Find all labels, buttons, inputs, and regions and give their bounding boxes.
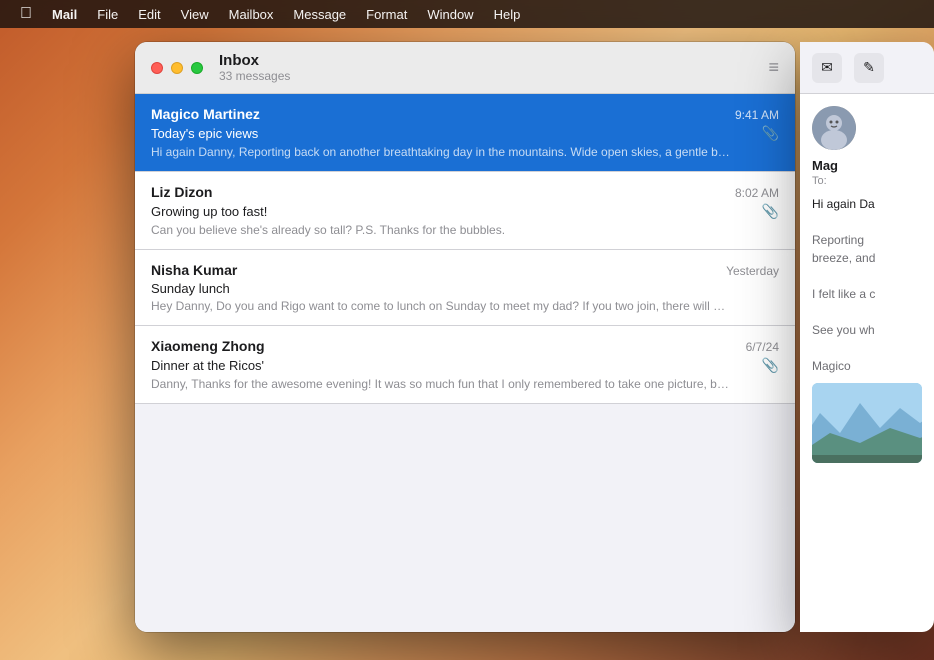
- menubar-view[interactable]: View: [173, 5, 217, 24]
- reading-line-felt: I felt like a c: [812, 285, 922, 303]
- new-message-button[interactable]: ✉: [812, 53, 842, 83]
- reading-body: Hi again Da Reporting breeze, and I felt…: [812, 195, 922, 375]
- inbox-title: Inbox: [219, 52, 768, 69]
- mail-sender-3: Nisha Kumar: [151, 262, 237, 278]
- menubar-window[interactable]: Window: [419, 5, 481, 24]
- mail-subject-4: Dinner at the Ricos' 📎: [151, 357, 779, 374]
- menubar-message[interactable]: Message: [285, 5, 354, 24]
- mail-item-3[interactable]: Nisha Kumar Yesterday Sunday lunch Hey D…: [135, 250, 795, 326]
- mail-window: Inbox 33 messages ≡ Magico Martinez 9:41…: [135, 42, 795, 632]
- message-list[interactable]: Magico Martinez 9:41 AM Today's epic vie…: [135, 94, 795, 632]
- mail-subject-3: Sunday lunch: [151, 281, 779, 296]
- envelope-icon: ✉: [821, 59, 833, 76]
- mail-time-2: 8:02 AM: [735, 186, 779, 200]
- mail-sender-2: Liz Dizon: [151, 184, 212, 200]
- mail-preview-2: Can you believe she's already so tall? P…: [151, 223, 731, 237]
- reading-line-sign: Magico: [812, 357, 922, 375]
- mail-sender-1: Magico Martinez: [151, 106, 260, 122]
- compose-button[interactable]: ✎: [854, 53, 884, 83]
- reading-line-breeze: breeze, and: [812, 249, 922, 267]
- menubar-help[interactable]: Help: [486, 5, 529, 24]
- mail-time-1: 9:41 AM: [735, 108, 779, 122]
- mail-item-4-header: Xiaomeng Zhong 6/7/24: [151, 338, 779, 354]
- minimize-button[interactable]: [171, 62, 183, 74]
- reading-line-1: Hi again Da: [812, 195, 922, 213]
- fullscreen-button[interactable]: [191, 62, 203, 74]
- close-button[interactable]: [151, 62, 163, 74]
- traffic-lights: [151, 62, 203, 74]
- mail-item-1[interactable]: Magico Martinez 9:41 AM Today's epic vie…: [135, 94, 795, 172]
- reading-image: [812, 383, 922, 463]
- message-count: 33 messages: [219, 69, 768, 83]
- filter-button[interactable]: ≡: [768, 57, 779, 78]
- apple-menu-button[interactable]: : [12, 5, 40, 23]
- reading-to-label: To:: [812, 175, 922, 187]
- reading-pane-header: ✉ ✎: [800, 42, 934, 94]
- mail-time-3: Yesterday: [726, 264, 779, 278]
- mail-subject-2: Growing up too fast! 📎: [151, 203, 779, 220]
- reading-pane-content: Mag To: Hi again Da Reporting breeze, an…: [800, 94, 934, 475]
- filter-icon: ≡: [768, 57, 779, 77]
- title-actions: ≡: [768, 57, 779, 78]
- sender-avatar: [812, 106, 856, 150]
- mail-item-2[interactable]: Liz Dizon 8:02 AM Growing up too fast! 📎…: [135, 172, 795, 250]
- attachment-icon-2: 📎: [762, 203, 779, 220]
- mail-time-4: 6/7/24: [746, 340, 779, 354]
- mail-preview-4: Danny, Thanks for the awesome evening! I…: [151, 377, 731, 391]
- compose-icon: ✎: [863, 59, 875, 76]
- mail-item-2-header: Liz Dizon 8:02 AM: [151, 184, 779, 200]
- apple-icon: : [20, 5, 32, 22]
- mail-item-3-header: Nisha Kumar Yesterday: [151, 262, 779, 278]
- menubar:  Mail File Edit View Mailbox Message Fo…: [0, 0, 934, 28]
- mail-preview-3: Hey Danny, Do you and Rigo want to come …: [151, 299, 731, 313]
- title-info: Inbox 33 messages: [219, 52, 768, 83]
- mail-item-4[interactable]: Xiaomeng Zhong 6/7/24 Dinner at the Rico…: [135, 326, 795, 404]
- landscape-image: [812, 383, 922, 463]
- attachment-icon-4: 📎: [762, 357, 779, 374]
- reading-sender-name: Mag: [812, 158, 922, 173]
- menubar-format[interactable]: Format: [358, 5, 415, 24]
- mail-sender-4: Xiaomeng Zhong: [151, 338, 265, 354]
- menubar-edit[interactable]: Edit: [130, 5, 168, 24]
- menubar-mail[interactable]: Mail: [44, 5, 85, 24]
- attachment-icon-1: 📎: [762, 125, 779, 142]
- mail-subject-1: Today's epic views 📎: [151, 125, 779, 142]
- avatar-image: [812, 106, 856, 150]
- title-bar: Inbox 33 messages ≡: [135, 42, 795, 94]
- reading-reporting: Reporting: [812, 231, 922, 249]
- reading-line-see: See you wh: [812, 321, 922, 339]
- menubar-file[interactable]: File: [89, 5, 126, 24]
- mail-preview-1: Hi again Danny, Reporting back on anothe…: [151, 145, 731, 159]
- reading-pane: ✉ ✎ Mag To: Hi again Da Reporting bre: [800, 42, 934, 632]
- menubar-mailbox[interactable]: Mailbox: [221, 5, 282, 24]
- mail-item-1-header: Magico Martinez 9:41 AM: [151, 106, 779, 122]
